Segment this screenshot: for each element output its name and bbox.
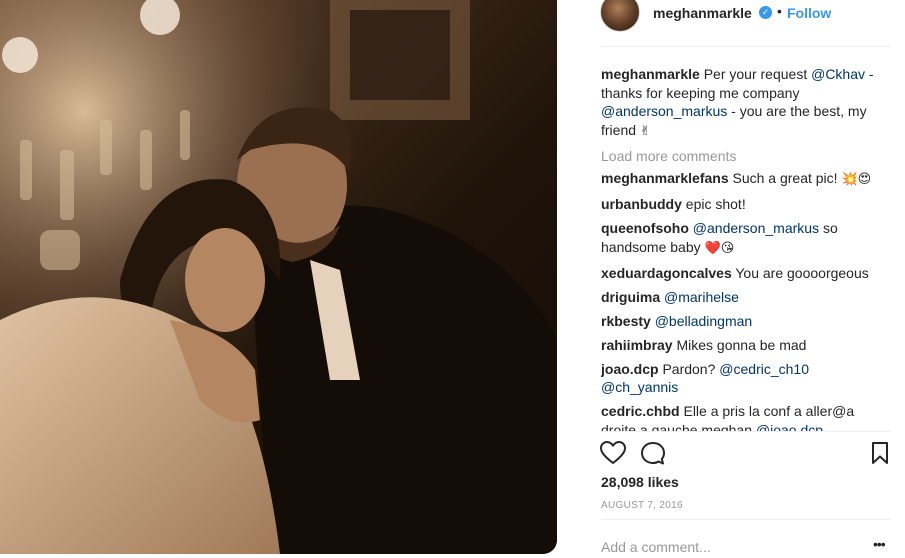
verified-badge-icon: ✓ (759, 6, 772, 19)
comment-username[interactable]: driguima (601, 289, 660, 305)
comments-list[interactable]: meghanmarkle Per your request @Ckhav - t… (601, 65, 891, 431)
caption-mention[interactable]: @Ckhav (811, 66, 865, 82)
peace-emoji-icon: ✌ (639, 123, 651, 139)
caption-username[interactable]: meghanmarkle (601, 66, 700, 82)
caption-text: Per your request (703, 66, 812, 82)
heart-icon[interactable] (600, 441, 626, 465)
more-options-icon[interactable]: ••• (873, 536, 886, 552)
caption: meghanmarkle Per your request @Ckhav - t… (601, 65, 891, 141)
list-item: meghanmarklefans Such a great pic! 💥😍 (601, 169, 891, 190)
comment-username[interactable]: meghanmarklefans (601, 170, 729, 186)
load-more-comments-button[interactable]: Load more comments (601, 147, 891, 166)
list-item: joao.dcp Pardon? @cedric_ch10 @ch_yannis (601, 360, 891, 397)
comment-username[interactable]: rahiimbray (601, 337, 673, 353)
list-item: queenofsoho @anderson_markus so handsome… (601, 219, 891, 258)
avatar[interactable] (600, 0, 640, 32)
comment-username[interactable]: cedric.chbd (601, 403, 680, 419)
comment-mention[interactable]: @marihelse (664, 289, 739, 305)
divider (601, 431, 891, 432)
comment-mention[interactable]: @belladingman (655, 313, 753, 329)
bookmark-icon[interactable] (870, 441, 890, 465)
comment-text: epic shot! (685, 196, 746, 212)
comment-mention[interactable]: @cedric_ch10 (719, 361, 809, 377)
comment-text: You are goooorgeous (735, 264, 869, 281)
comment-username[interactable]: urbanbuddy (601, 196, 682, 212)
author-username[interactable]: meghanmarkle (653, 5, 752, 21)
post-photo[interactable] (0, 0, 557, 554)
comment-mention[interactable]: @anderson_markus (693, 220, 819, 236)
comment-bubble-icon[interactable] (640, 441, 666, 467)
comment-username[interactable]: xeduardagoncalves (601, 265, 732, 281)
comment-username[interactable]: rkbesty (601, 313, 651, 329)
list-item: urbanbuddy epic shot! (601, 195, 891, 214)
comment-text: Mikes gonna be mad (676, 336, 807, 353)
list-item: driguima @marihelse (601, 288, 891, 307)
list-item: rkbesty @belladingman (601, 312, 891, 331)
post-date[interactable]: AUGUST 7, 2016 (601, 500, 683, 511)
comment-username[interactable]: joao.dcp (601, 361, 659, 377)
likes-count[interactable]: 28,098 likes (601, 474, 679, 490)
comment-text: Such a great pic! (732, 170, 842, 186)
separator-dot: • (777, 3, 782, 19)
photo-illustration (0, 0, 557, 554)
caption-mention[interactable]: @anderson_markus (601, 103, 727, 119)
follow-button[interactable]: Follow (787, 5, 831, 21)
post-side-panel: meghanmarkle ✓ • Follow meghanmarkle Per… (586, 0, 891, 558)
action-bar (600, 441, 890, 467)
comment-text: Pardon? (662, 360, 720, 377)
list-item: rahiimbray Mikes gonna be mad (601, 336, 891, 355)
divider (601, 46, 891, 47)
comment-mention[interactable]: @joao.dcp (756, 422, 823, 432)
comment-emoji-icon: ❤️😘 (704, 240, 735, 256)
post-header: meghanmarkle ✓ • Follow (586, 0, 891, 32)
comment-mention[interactable]: @ch_yannis (601, 379, 678, 395)
comment-username[interactable]: queenofsoho (601, 220, 689, 236)
list-item: xeduardagoncalves You are goooorgeous (601, 264, 891, 283)
add-comment-input[interactable]: Add a comment... (601, 539, 711, 555)
divider (601, 519, 891, 520)
list-item: cedric.chbd Elle a pris la conf a aller@… (601, 402, 891, 431)
comment-emoji-icon: 💥😍 (841, 172, 872, 187)
